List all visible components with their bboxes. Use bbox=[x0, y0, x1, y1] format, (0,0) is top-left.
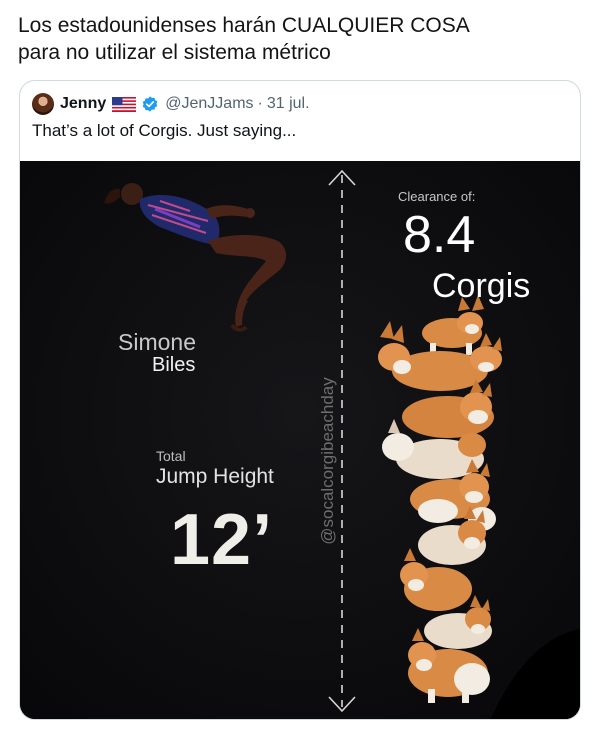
clearance-unit: Corgis bbox=[432, 267, 531, 305]
athlete-first-name: Simone bbox=[118, 329, 196, 355]
clearance-label: Clearance of: bbox=[398, 189, 476, 204]
separator-dot: · bbox=[257, 95, 263, 112]
athlete-last-name: Biles bbox=[152, 354, 196, 376]
us-flag-icon bbox=[112, 96, 137, 112]
tweet-date[interactable]: 31 jul. bbox=[267, 95, 310, 113]
tweet-header: Jenny @JenJJams · 31 jul. bbox=[32, 93, 310, 115]
author-handle[interactable]: @JenJJams bbox=[165, 95, 253, 113]
quoted-tweet-card[interactable]: Jenny @JenJJams · 31 jul. That’s a lot o… bbox=[19, 80, 581, 720]
total-label: Total bbox=[156, 448, 186, 464]
author-name[interactable]: Jenny bbox=[60, 95, 106, 113]
watermark: @socalcorgibeachday bbox=[318, 377, 337, 545]
clearance-value: 8.4 bbox=[403, 206, 476, 264]
tweet-text: That’s a lot of Corgis. Just saying... bbox=[32, 121, 297, 140]
jump-height-label: Jump Height bbox=[156, 465, 274, 488]
infographic-artwork bbox=[20, 161, 580, 719]
avatar[interactable] bbox=[32, 93, 54, 115]
caption-line-1: Los estadounidenses harán CUALQUIER COSA bbox=[18, 14, 470, 37]
jump-height-value: 12’ bbox=[170, 500, 274, 580]
tweet-media-image[interactable]: Simone Biles Total Jump Height 12’ Clear… bbox=[20, 161, 580, 719]
caption-line-2: para no utilizar el sistema métrico bbox=[18, 41, 331, 64]
post-caption: Los estadounidenses harán CUALQUIER COSA… bbox=[18, 12, 588, 66]
verified-badge-icon bbox=[142, 96, 158, 112]
